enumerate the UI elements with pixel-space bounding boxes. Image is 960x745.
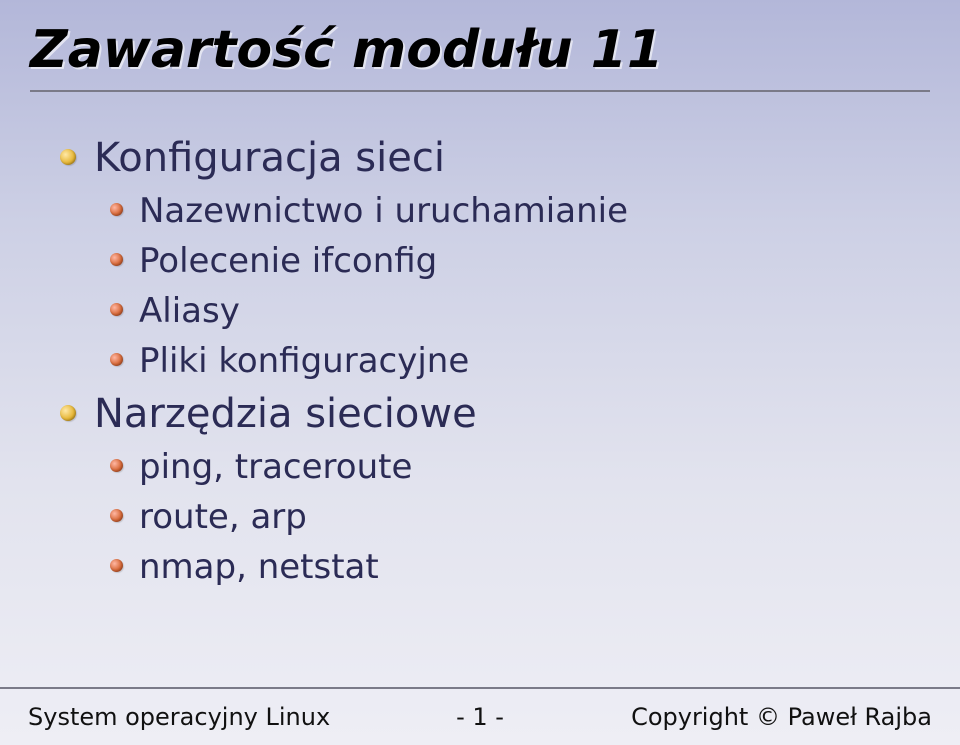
item-label: Polecenie ifconfig bbox=[139, 241, 437, 281]
slide-content: Konfiguracja sieci Nazewnictwo i urucham… bbox=[60, 135, 920, 597]
bullet-icon bbox=[110, 303, 123, 316]
item-label: Pliki konfiguracyjne bbox=[139, 341, 469, 381]
bullet-icon bbox=[110, 459, 123, 472]
slide-title: Zawartość modułu 11 bbox=[30, 20, 930, 92]
footer-left: System operacyjny Linux bbox=[28, 703, 330, 731]
bullet-list-level2: Nazewnictwo i uruchamianie Polecenie ifc… bbox=[110, 191, 920, 381]
bullet-list-level1: Konfiguracja sieci Nazewnictwo i urucham… bbox=[60, 135, 920, 587]
item-label: nmap, netstat bbox=[139, 547, 379, 587]
footer-right: Copyright © Paweł Rajba bbox=[631, 703, 932, 731]
slide: Zawartość modułu 11 Konfiguracja sieci N… bbox=[0, 0, 960, 745]
list-item: Konfiguracja sieci Nazewnictwo i urucham… bbox=[60, 135, 920, 381]
bullet-icon bbox=[110, 253, 123, 266]
bullet-icon bbox=[60, 405, 76, 421]
title-wrap: Zawartość modułu 11 bbox=[30, 20, 930, 92]
list-item: nmap, netstat bbox=[110, 547, 920, 587]
bullet-icon bbox=[60, 149, 76, 165]
list-item: Narzędzia sieciowe ping, traceroute rout… bbox=[60, 391, 920, 587]
bullet-icon bbox=[110, 353, 123, 366]
list-item: Polecenie ifconfig bbox=[110, 241, 920, 281]
bullet-icon bbox=[110, 203, 123, 216]
item-label: ping, traceroute bbox=[139, 447, 412, 487]
item-label: route, arp bbox=[139, 497, 307, 537]
list-item: Nazewnictwo i uruchamianie bbox=[110, 191, 920, 231]
list-item: Pliki konfiguracyjne bbox=[110, 341, 920, 381]
item-label: Narzędzia sieciowe bbox=[94, 391, 477, 437]
item-label: Aliasy bbox=[139, 291, 240, 331]
item-label: Nazewnictwo i uruchamianie bbox=[139, 191, 628, 231]
bullet-list-level2: ping, traceroute route, arp nmap, netsta… bbox=[110, 447, 920, 587]
slide-footer: System operacyjny Linux - 1 - Copyright … bbox=[0, 687, 960, 745]
list-item: Aliasy bbox=[110, 291, 920, 331]
bullet-icon bbox=[110, 509, 123, 522]
item-label: Konfiguracja sieci bbox=[94, 135, 445, 181]
list-item: route, arp bbox=[110, 497, 920, 537]
list-item: ping, traceroute bbox=[110, 447, 920, 487]
bullet-icon bbox=[110, 559, 123, 572]
